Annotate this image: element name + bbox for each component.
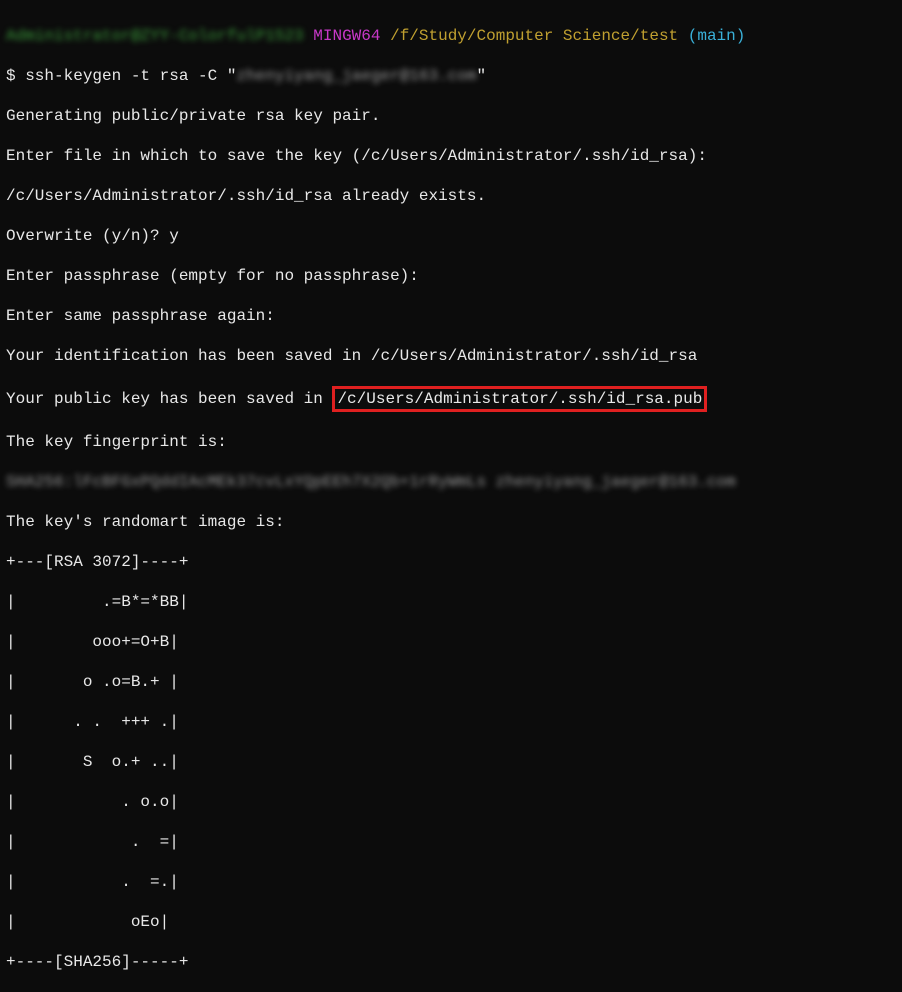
- prompt-path: /f/Study/Computer Science/test: [390, 27, 678, 45]
- fingerprint-line: SHA256:lFcBFGxPQddIAcMEk37cvLxYQpEEh7X2Q…: [6, 472, 896, 492]
- prompt-line: Administrator@ZYY-ColorfulP1523 MINGW64 …: [6, 26, 896, 46]
- randomart-line: | .=B*=*BB|: [6, 592, 896, 612]
- cmd-prefix: $: [6, 67, 25, 85]
- command-line: $ ssh-keygen -t rsa -C "zhenyiyang_jaege…: [6, 66, 896, 86]
- output-line: Enter file in which to save the key (/c/…: [6, 146, 896, 166]
- prompt-branch: (main): [688, 27, 746, 45]
- randomart-line: | oEo|: [6, 912, 896, 932]
- output-pubkey-line: Your public key has been saved in /c/Use…: [6, 386, 896, 412]
- prompt-env: MINGW64: [313, 27, 380, 45]
- output-line: Enter same passphrase again:: [6, 306, 896, 326]
- output-line: Generating public/private rsa key pair.: [6, 106, 896, 126]
- output-line: The key's randomart image is:: [6, 512, 896, 532]
- cmd-suffix: ": [476, 67, 486, 85]
- randomart-line: | S o.+ ..|: [6, 752, 896, 772]
- randomart-line: | . =.|: [6, 872, 896, 892]
- randomart-line: | ooo+=O+B|: [6, 632, 896, 652]
- terminal-output[interactable]: Administrator@ZYY-ColorfulP1523 MINGW64 …: [6, 6, 896, 992]
- output-line: Overwrite (y/n)? y: [6, 226, 896, 246]
- output-line: The key fingerprint is:: [6, 432, 896, 452]
- output-line: /c/Users/Administrator/.ssh/id_rsa alrea…: [6, 186, 896, 206]
- randomart-line: +---[RSA 3072]----+: [6, 552, 896, 572]
- randomart-line: | o .o=B.+ |: [6, 672, 896, 692]
- randomart-line: | . o.o|: [6, 792, 896, 812]
- output-line: Your identification has been saved in /c…: [6, 346, 896, 366]
- cmd-text: ssh-keygen -t rsa -C ": [25, 67, 236, 85]
- cmd-blurred-arg: zhenyiyang_jaeger@163.com: [236, 67, 476, 85]
- output-line: Enter passphrase (empty for no passphras…: [6, 266, 896, 286]
- randomart-line: | . =|: [6, 832, 896, 852]
- fingerprint-blurred: SHA256:lFcBFGxPQddIAcMEk37cvLxYQpEEh7X2Q…: [6, 473, 736, 491]
- pubkey-prefix: Your public key has been saved in: [6, 390, 332, 408]
- randomart-line: +----[SHA256]-----+: [6, 952, 896, 972]
- randomart-line: | . . +++ .|: [6, 712, 896, 732]
- prompt-user-host: Administrator@ZYY-ColorfulP1523: [6, 27, 304, 45]
- pubkey-path-highlighted: /c/Users/Administrator/.ssh/id_rsa.pub: [332, 386, 707, 412]
